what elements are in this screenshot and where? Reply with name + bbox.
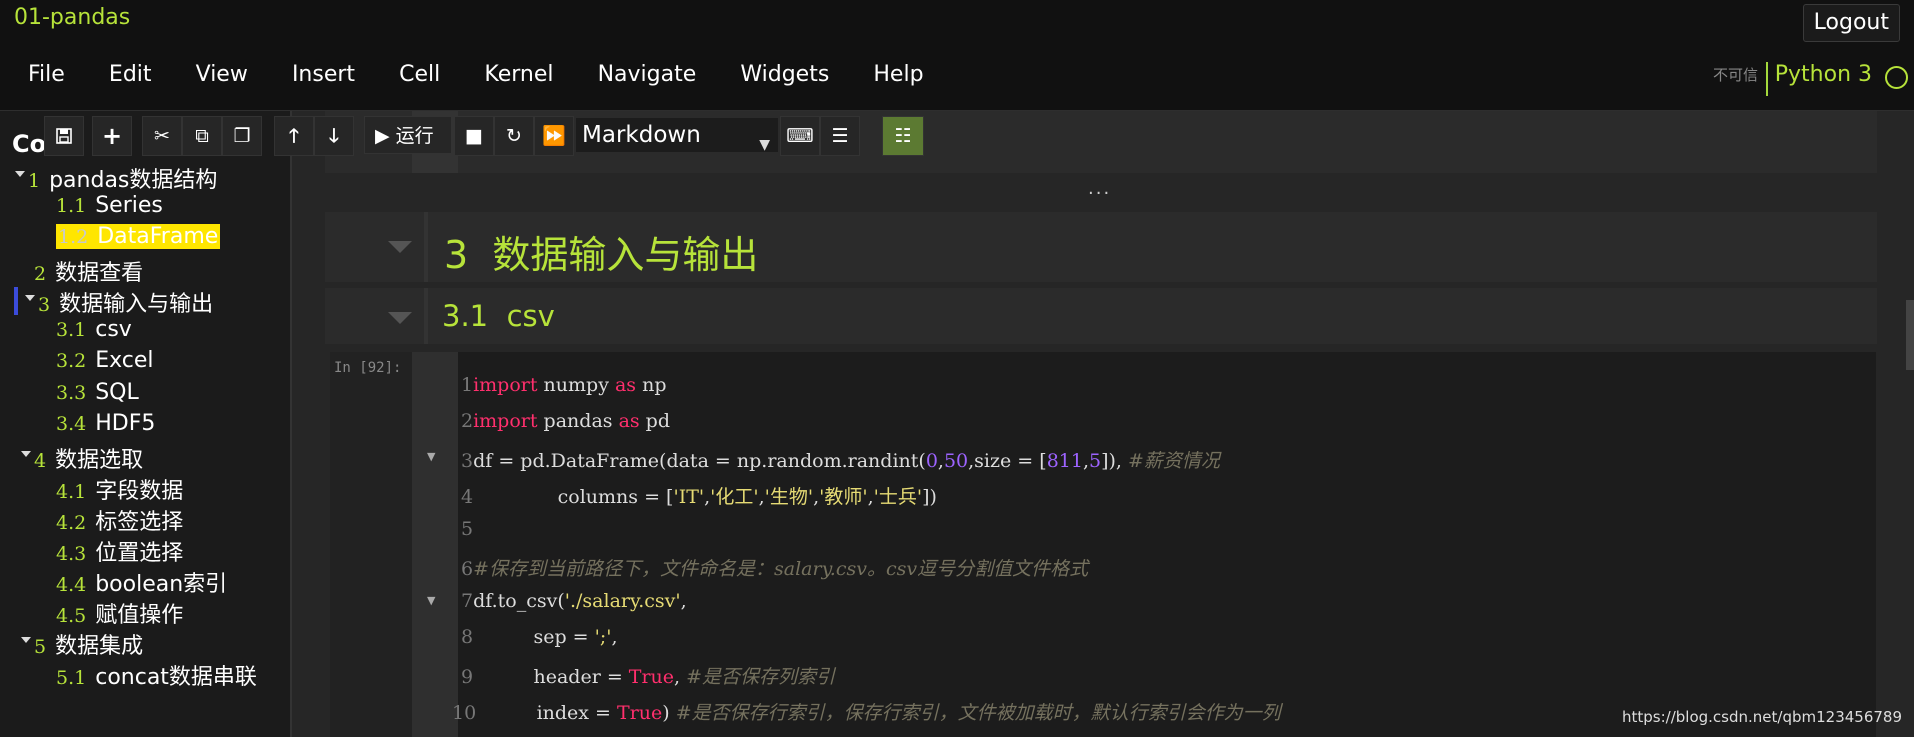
menu-bar: File Edit View Insert Cell Kernel Naviga… — [28, 62, 963, 87]
copy-icon[interactable]: ⧉ — [182, 116, 222, 156]
menu-file[interactable]: File — [28, 62, 65, 87]
move-down-icon[interactable]: 🡓 — [314, 116, 354, 156]
heading-cell-3-1[interactable] — [325, 288, 1877, 344]
toc-item-2[interactable]: 2 数据查看 — [34, 255, 143, 287]
move-up-icon[interactable]: 🡑 — [274, 116, 314, 156]
save-icon[interactable] — [44, 116, 84, 156]
menu-cell[interactable]: Cell — [399, 62, 440, 87]
notebook-header — [0, 0, 1914, 111]
run-button[interactable]: ▶ 运行 — [364, 116, 452, 154]
heading-3-1: 3.1 csv — [442, 299, 555, 333]
menu-kernel[interactable]: Kernel — [484, 62, 553, 87]
toc-item-3[interactable]: 3 数据输入与输出 — [25, 286, 213, 318]
fold-arrow-icon[interactable]: ▼ — [427, 594, 435, 607]
toc-item-1[interactable]: 1 pandas数据结构 — [15, 162, 217, 194]
notebook-scrollbar[interactable] — [1906, 300, 1914, 370]
notebook-name[interactable]: 01-pandas — [14, 5, 130, 30]
toc-item-3-4[interactable]: 3.4 HDF5 — [56, 411, 155, 436]
kernel-divider — [1766, 62, 1768, 96]
toc-item-4-4[interactable]: 4.4 boolean索引 — [56, 566, 227, 598]
menu-insert[interactable]: Insert — [292, 62, 355, 87]
play-icon: ▶ — [375, 125, 390, 147]
caret-down-icon[interactable] — [21, 451, 31, 457]
kernel-name: Python 3 — [1774, 62, 1872, 87]
paste-icon[interactable]: ❐ — [222, 116, 262, 156]
code-line-8: 8 sep = ';', — [461, 626, 618, 648]
menu-widgets[interactable]: Widgets — [740, 62, 829, 87]
toc-item-4-3[interactable]: 4.3 位置选择 — [56, 535, 183, 567]
keyboard-icon[interactable]: ⌨ — [780, 116, 820, 156]
menu-view[interactable]: View — [196, 62, 248, 87]
numbered-list-icon[interactable]: ☰ — [820, 116, 860, 156]
chevron-down-icon: ▼ — [759, 137, 770, 153]
trust-indicator[interactable]: 不可信 — [1713, 64, 1758, 85]
add-cell-icon[interactable]: + — [92, 116, 132, 156]
toc-item-4[interactable]: 4 数据选取 — [21, 442, 143, 474]
toc-item-5[interactable]: 5 数据集成 — [21, 628, 143, 660]
save-icon-svg — [56, 128, 72, 144]
code-line-10: 10 index = True) #是否保存行索引，保存行索引，文件被加载时，默… — [452, 702, 1281, 724]
kernel-idle-icon — [1885, 66, 1908, 89]
code-line-4: 4 columns = ['IT','化工','生物','教师','士兵']) — [461, 486, 937, 508]
restart-icon[interactable]: ↻ — [494, 116, 534, 156]
collapsed-cells-ellipsis[interactable]: ... — [1088, 178, 1111, 199]
code-line-9: 9 header = True, #是否保存列索引 — [461, 666, 836, 688]
toc-item-1-2[interactable]: 1.2 DataFrame — [56, 224, 221, 249]
toc-toggle-icon[interactable]: ☷ — [882, 116, 924, 156]
code-gutter — [412, 352, 458, 737]
collapse-arrow-icon[interactable] — [388, 241, 412, 253]
fast-forward-icon[interactable]: ⏩ — [534, 116, 574, 156]
code-line-3: 3df = pd.DataFrame(data = np.random.rand… — [461, 450, 1220, 472]
toc-title: Co — [12, 130, 47, 158]
menu-navigate[interactable]: Navigate — [598, 62, 697, 87]
code-line-6: 6#保存到当前路径下，文件命名是：salary.csv。csv逗号分割值文件格式 — [461, 558, 1089, 580]
fold-arrow-icon[interactable]: ▼ — [427, 450, 435, 463]
heading-3: 3 数据输入与输出 — [444, 233, 759, 277]
caret-down-icon[interactable] — [25, 295, 35, 301]
collapse-arrow-icon[interactable] — [388, 312, 412, 324]
toc-item-4-1[interactable]: 4.1 字段数据 — [56, 473, 183, 505]
toc-item-4-2[interactable]: 4.2 标签选择 — [56, 504, 183, 536]
input-prompt: In [92]: — [334, 360, 402, 376]
cut-icon[interactable]: ✂ — [142, 116, 182, 156]
caret-down-icon[interactable] — [15, 171, 25, 177]
cell-left-border — [424, 212, 428, 282]
toc-item-5-1[interactable]: 5.1 concat数据串联 — [56, 659, 257, 691]
caret-down-icon[interactable] — [21, 637, 31, 643]
toc-highlight: 1.2 DataFrame — [56, 224, 221, 249]
logout-button[interactable]: Logout — [1802, 4, 1900, 42]
cell-left-border — [424, 288, 428, 344]
code-line-5: 5 — [461, 518, 474, 540]
menu-help[interactable]: Help — [873, 62, 923, 87]
cell-type-select[interactable]: Markdown ▼ — [576, 118, 778, 153]
code-line-2: 2import pandas as pd — [461, 410, 671, 432]
toc-item-3-3[interactable]: 3.3 SQL — [56, 380, 139, 405]
watermark: https://blog.csdn.net/qbm123456789 — [1622, 708, 1902, 726]
toc-item-4-5[interactable]: 4.5 赋值操作 — [56, 597, 183, 629]
code-line-1: 1import numpy as np — [461, 374, 667, 396]
menu-edit[interactable]: Edit — [109, 62, 152, 87]
code-line-7: 7df.to_csv('./salary.csv', — [461, 590, 687, 612]
stop-icon[interactable]: ■ — [454, 116, 494, 156]
toc-item-1-1[interactable]: 1.1 Series — [56, 193, 163, 218]
toc-item-3-1[interactable]: 3.1 csv — [56, 317, 132, 342]
toc-item-3-2[interactable]: 3.2 Excel — [56, 348, 154, 373]
toc-active-indicator — [14, 287, 18, 315]
